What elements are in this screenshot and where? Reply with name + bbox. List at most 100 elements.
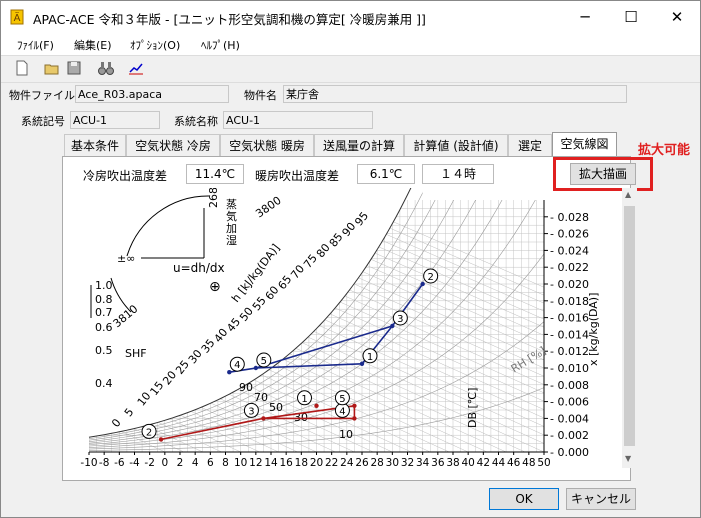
y-tick-label: - 0.028 [550,211,589,224]
tab-calculated-values[interactable]: 計算値 (設計値) [404,134,508,156]
heating-point-label: 4 [339,406,345,417]
x-tick-label: 40 [461,457,474,469]
property-name-label: 物件名 [244,89,277,102]
x-tick-label: 46 [507,457,521,469]
x-tick-label: 50 [537,457,550,469]
heat-temp-diff-value: 6.1℃ [357,164,415,184]
shf-label: SHF [125,347,147,360]
x-tick-label: 16 [279,457,293,469]
system-code-label: 系統記号 [21,115,65,128]
enthalpy-tick-label: 5 [122,406,137,420]
y-tick-label: - 0.024 [550,244,589,257]
app-icon: Ä [10,9,24,25]
x-tick-label: 6 [207,457,214,469]
heating-point-3 [261,416,266,421]
menu-edit[interactable]: 編集(E) [74,37,112,53]
rh-label: 50 [269,401,283,414]
shf-tick-label: 0.4 [95,377,113,390]
x-tick-label: 48 [522,457,535,469]
app-window: Ä APAC-ACE 令和３年版 - [ユニット形空気調和機の算定[ 冷暖房兼用… [0,0,701,518]
cool-temp-diff-value: 11.4℃ [186,164,244,184]
x-tick-label: -8 [99,457,109,469]
x-tick-label: 0 [161,457,168,469]
x-tick-label: 44 [492,457,506,469]
heating-point-2 [158,437,164,442]
menu-file[interactable]: ﾌｧｲﾙ(F) [17,37,54,53]
save-icon[interactable] [65,59,83,77]
y-tick-label: - 0.004 [550,412,589,425]
hour-value: １４時 [422,164,494,184]
protractor-label: 3800 [253,194,283,221]
title-bar: Ä APAC-ACE 令和３年版 - [ユニット形空気調和機の算定[ 冷暖房兼用… [1,1,700,33]
chart-icon[interactable] [127,59,145,77]
shf-tick-label: 0.6 [95,321,113,334]
x-tick-label: 18 [295,457,308,469]
cooling-point-label: 5 [261,356,267,367]
rh-label: 90 [239,381,253,394]
tab-air-heating[interactable]: 空気状態 暖房 [220,134,314,156]
scroll-down-icon[interactable]: ▼ [625,454,631,463]
cooling-point-label: 3 [397,314,403,325]
tab-airflow-calc[interactable]: 送風量の計算 [314,134,404,156]
x-tick-label: 36 [431,457,445,469]
binoculars-icon[interactable] [97,59,115,77]
tab-air-cooling[interactable]: 空気状態 冷房 [126,134,220,156]
psychrometric-chart: - 0.000 - 0.002 - 0.004 - 0.006 - 0.008 - 0.0… [80,188,600,469]
open-folder-icon[interactable] [43,59,61,77]
heat-temp-diff-label: 暖房吹出温度差 [255,169,340,183]
tab-basic-conditions[interactable]: 基本条件 [64,134,126,156]
new-file-icon[interactable] [13,59,31,77]
ok-button[interactable]: OK [489,488,559,510]
y-tick-label: - 0.012 [550,345,589,358]
system-code-field: ACU-1 [70,111,160,129]
x-tick-label: 32 [401,457,414,469]
x-axis-label: DB [℃] [466,388,479,428]
minimize-button[interactable]: ─ [562,1,608,33]
y-tick-label: - 0.016 [550,312,589,325]
y-tick-label: - 0.014 [550,328,589,341]
cooling-point-1 [359,361,365,366]
x-tick-label: 26 [355,457,369,469]
scroll-thumb[interactable] [624,206,635,446]
heating-point-label: 1 [301,394,307,405]
cooling-point-5 [253,365,259,371]
heating-point-5 [352,403,357,408]
x-tick-label: 42 [477,457,490,469]
y-tick-label: - 0.026 [550,228,589,241]
tab-psychrometric-chart[interactable]: 空気線図 [552,132,617,157]
svg-text:Ä: Ä [14,11,21,24]
y-tick-label: - 0.002 [550,429,589,442]
cooling-point-2 [420,281,425,287]
x-tick-label: 38 [446,457,459,469]
menu-help[interactable]: ﾍﾙﾌﾟ(H) [201,37,240,53]
scroll-up-icon[interactable]: ▲ [625,190,631,199]
protractor-infinity: ±∞ [117,252,135,265]
chart-scrollbar[interactable]: ▲ ▼ [622,188,637,468]
x-tick-label: -10 [80,457,97,469]
heating-point-label: 5 [339,394,345,405]
rh-label: 10 [339,428,353,441]
x-tick-label: 20 [310,457,323,469]
x-tick-label: 10 [234,457,247,469]
shf-tick-label: 0.8 [95,293,113,306]
heating-point-4 [352,416,357,421]
maximize-button[interactable]: ☐ [608,1,654,33]
x-tick-label: 34 [416,457,430,469]
y-tick-label: - 0.018 [550,295,589,308]
highlight-box [553,157,653,191]
formula-label: u=dh/dx [173,261,225,275]
x-tick-label: 22 [325,457,338,469]
maximize-icon: ☐ [624,8,638,26]
close-button[interactable]: ✕ [654,1,700,33]
enthalpy-tick-label: 0 [109,416,124,430]
cooling-point-label: 1 [367,352,373,363]
cancel-button[interactable]: キャンセル [566,488,636,510]
cooling-point-label: 4 [234,360,240,371]
property-name-field: 某庁舎 [283,85,627,103]
system-name-field: ACU-1 [223,111,373,129]
y-tick-label: - 0.000 [550,446,589,459]
system-name-label: 系統名称 [174,115,218,128]
menu-options[interactable]: ｵﾌﾟｼｮﾝ(O) [130,37,180,53]
tab-selection[interactable]: 選定 [508,134,552,156]
shf-tick-label: 0.7 [95,306,113,319]
